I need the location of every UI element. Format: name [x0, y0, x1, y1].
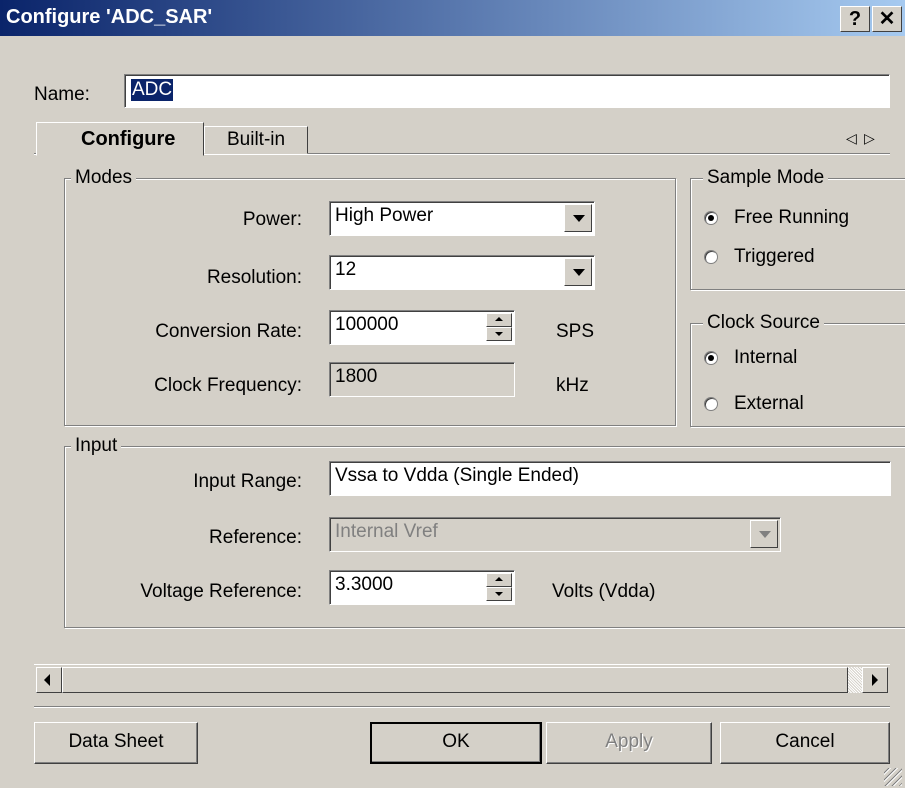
- free-running-label[interactable]: Free Running: [734, 207, 849, 229]
- triggered-label[interactable]: Triggered: [734, 246, 815, 268]
- resize-grip-icon[interactable]: [884, 768, 902, 786]
- scroll-thumb[interactable]: [62, 667, 848, 693]
- title-bar[interactable]: Configure 'ADC_SAR' ? ✕: [0, 0, 905, 36]
- reference-label: Reference:: [209, 527, 302, 548]
- tab-scroll-left-icon[interactable]: ◁: [846, 130, 857, 147]
- ok-button[interactable]: OK: [370, 722, 542, 764]
- apply-button[interactable]: Apply: [546, 722, 712, 764]
- reference-dropdown: Internal Vref: [329, 517, 781, 552]
- power-value: High Power: [335, 205, 434, 226]
- close-button[interactable]: ✕: [872, 6, 902, 32]
- chevron-down-icon: [573, 215, 585, 222]
- data-sheet-label: Data Sheet: [68, 731, 164, 752]
- internal-clock-radio[interactable]: [704, 351, 718, 365]
- spin-down-icon[interactable]: [486, 327, 512, 341]
- modes-legend: Modes: [71, 167, 137, 189]
- arrow-left-icon: [44, 674, 50, 686]
- separator-highlight: [34, 707, 890, 708]
- ok-label: OK: [442, 731, 470, 752]
- input-range-dropdown[interactable]: Vssa to Vdda (Single Ended): [329, 461, 891, 496]
- clock-frequency-field: 1800: [329, 362, 515, 397]
- apply-label: Apply: [605, 731, 653, 752]
- scroll-left-button[interactable]: [36, 667, 62, 693]
- scroll-track[interactable]: [848, 667, 862, 693]
- voltage-reference-label: Voltage Reference:: [140, 581, 302, 602]
- name-field[interactable]: ADC: [124, 74, 890, 108]
- name-label: Name:: [34, 84, 90, 105]
- chevron-down-icon: [573, 269, 585, 276]
- input-legend: Input: [71, 435, 122, 457]
- voltage-reference-spinbox[interactable]: 3.3000: [329, 570, 515, 605]
- conversion-rate-spinbox[interactable]: 100000: [329, 310, 515, 345]
- tab-scroll-right-icon[interactable]: ▷: [864, 130, 875, 147]
- spin-up-icon[interactable]: [486, 573, 512, 587]
- external-clock-radio[interactable]: [704, 397, 718, 411]
- power-dropdown[interactable]: High Power: [329, 201, 595, 236]
- tab-built-in[interactable]: Built-in: [204, 126, 308, 154]
- external-clock-label[interactable]: External: [734, 393, 804, 415]
- window-title: Configure 'ADC_SAR': [6, 6, 213, 28]
- triggered-radio[interactable]: [704, 250, 718, 264]
- chevron-down-icon: [759, 531, 771, 538]
- tab-built-in-label: Built-in: [227, 129, 286, 150]
- voltage-reference-unit: Volts (Vdda): [552, 581, 656, 602]
- tab-configure-label: Configure: [81, 128, 176, 150]
- resolution-label: Resolution:: [206, 267, 302, 288]
- configure-dialog: Configure 'ADC_SAR' ? ✕ Name: ADC Config…: [0, 0, 905, 788]
- data-sheet-button[interactable]: Data Sheet: [34, 722, 198, 764]
- help-icon: ?: [848, 8, 862, 30]
- reference-dropdown-button: [750, 520, 778, 548]
- spin-down-icon[interactable]: [486, 587, 512, 601]
- clock-frequency-label: Clock Frequency:: [154, 375, 302, 396]
- conversion-rate-value: 100000: [335, 314, 399, 335]
- clock-frequency-value: 1800: [335, 366, 378, 387]
- voltage-reference-value: 3.3000: [335, 574, 394, 595]
- help-button[interactable]: ?: [840, 6, 870, 32]
- power-label: Power:: [242, 209, 302, 230]
- resolution-value: 12: [335, 259, 357, 280]
- scroll-right-button[interactable]: [862, 667, 888, 693]
- clock-source-legend: Clock Source: [703, 312, 824, 334]
- power-dropdown-button[interactable]: [564, 204, 592, 232]
- conversion-rate-label: Conversion Rate:: [155, 321, 302, 342]
- voltage-reference-spinner[interactable]: [486, 573, 512, 601]
- input-range-label: Input Range:: [193, 471, 302, 492]
- free-running-radio[interactable]: [704, 211, 718, 225]
- resolution-dropdown[interactable]: 12: [329, 255, 595, 290]
- internal-clock-label[interactable]: Internal: [734, 347, 797, 369]
- close-icon: ✕: [878, 8, 896, 30]
- arrow-right-icon: [872, 674, 878, 686]
- horizontal-scrollbar[interactable]: [34, 664, 890, 695]
- resolution-dropdown-button[interactable]: [564, 258, 592, 286]
- sample-mode-group: Sample Mode: [690, 167, 905, 290]
- reference-value: Internal Vref: [335, 521, 438, 542]
- sample-mode-legend: Sample Mode: [703, 167, 829, 189]
- clock-frequency-unit: kHz: [556, 375, 589, 396]
- cancel-label: Cancel: [775, 731, 835, 752]
- conversion-rate-spinner[interactable]: [486, 313, 512, 341]
- conversion-rate-unit: SPS: [556, 321, 595, 342]
- name-value: ADC: [131, 79, 174, 101]
- input-range-value: Vssa to Vdda (Single Ended): [335, 465, 579, 486]
- tab-configure[interactable]: Configure: [36, 122, 204, 156]
- cancel-button[interactable]: Cancel: [720, 722, 890, 764]
- spin-up-icon[interactable]: [486, 313, 512, 327]
